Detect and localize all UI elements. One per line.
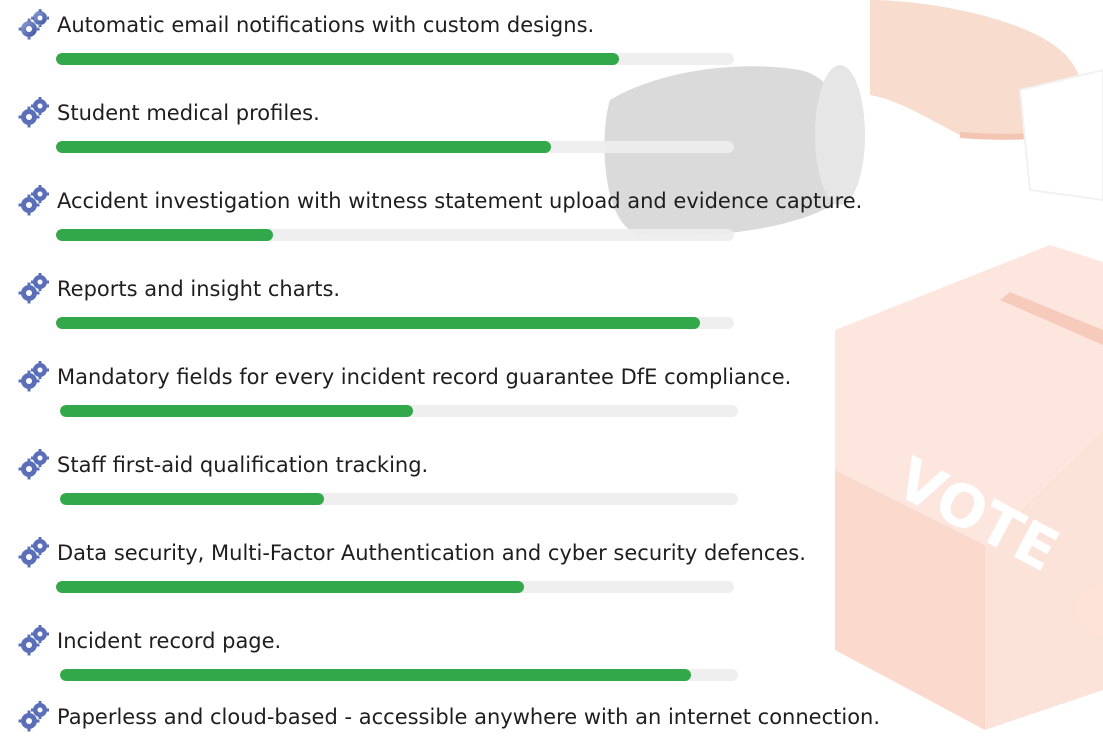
progress-bar xyxy=(56,317,734,329)
feature-label: Reports and insight charts. xyxy=(57,277,341,301)
feature-label: Accident investigation with witness stat… xyxy=(57,189,863,213)
feature-item: Mandatory fields for every incident reco… xyxy=(0,358,1103,428)
gear-icon xyxy=(18,625,49,656)
feature-label: Staff first-aid qualification tracking. xyxy=(57,453,429,477)
feature-label: Mandatory fields for every incident reco… xyxy=(57,365,792,389)
feature-item: Automatic email notifications with custo… xyxy=(0,6,1103,76)
gear-icon xyxy=(18,701,49,732)
progress-fill xyxy=(56,317,701,329)
gear-icon xyxy=(18,449,49,480)
feature-label: Paperless and cloud-based - accessible a… xyxy=(57,705,881,729)
gear-icon xyxy=(18,537,49,568)
progress-fill xyxy=(56,581,524,593)
feature-item: Reports and insight charts. xyxy=(0,270,1103,340)
progress-fill xyxy=(56,53,619,65)
feature-label: Data security, Multi-Factor Authenticati… xyxy=(57,541,806,565)
progress-fill xyxy=(56,229,273,241)
progress-bar xyxy=(56,229,734,241)
feature-item: Staff first-aid qualification tracking. xyxy=(0,446,1103,516)
progress-bar xyxy=(56,53,734,65)
feature-item: Data security, Multi-Factor Authenticati… xyxy=(0,534,1103,604)
gear-icon xyxy=(18,185,49,216)
feature-list: Automatic email notifications with custo… xyxy=(0,0,1103,753)
progress-fill xyxy=(60,493,325,505)
gear-icon xyxy=(18,9,49,40)
feature-label: Student medical profiles. xyxy=(57,101,320,125)
gear-icon xyxy=(18,273,49,304)
progress-fill xyxy=(60,669,691,681)
feature-item: Incident record page. xyxy=(0,622,1103,692)
gear-icon xyxy=(18,361,49,392)
progress-bar xyxy=(56,141,734,153)
progress-bar xyxy=(60,493,738,505)
feature-item: Student medical profiles. xyxy=(0,94,1103,164)
gear-icon xyxy=(18,97,49,128)
progress-fill xyxy=(56,141,551,153)
feature-label: Automatic email notifications with custo… xyxy=(57,13,595,37)
progress-bar xyxy=(60,405,738,417)
feature-label: Incident record page. xyxy=(57,629,282,653)
progress-bar xyxy=(56,581,734,593)
progress-fill xyxy=(60,405,413,417)
feature-item: Paperless and cloud-based - accessible a… xyxy=(0,698,1103,753)
feature-item: Accident investigation with witness stat… xyxy=(0,182,1103,252)
progress-bar xyxy=(60,669,738,681)
